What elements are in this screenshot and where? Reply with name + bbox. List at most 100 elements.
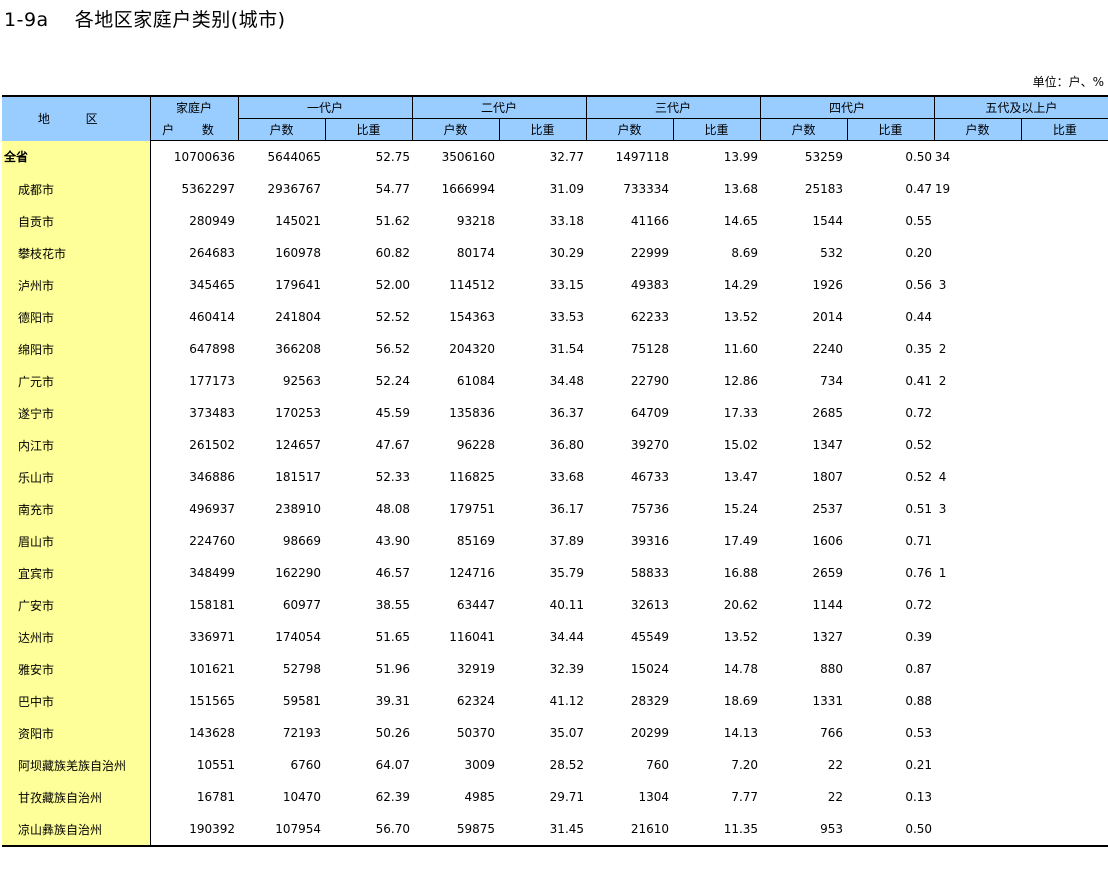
one-gen-share-cell: 52.33 xyxy=(375,470,411,484)
region-cell: 雅安市 xyxy=(2,653,151,685)
four-gen-share-cell: 0.71 xyxy=(905,534,933,548)
one-gen-count-cell: 52798 xyxy=(282,662,321,676)
group-header-5: 五代及以上户 xyxy=(933,95,1108,119)
region-cell: 资阳市 xyxy=(2,717,151,749)
region-cell: 泸州市 xyxy=(2,269,151,301)
five-plus-gen-count-cell xyxy=(934,813,1022,847)
two-gen-share-cell: 36.80 xyxy=(549,438,585,452)
three-gen-share-cell: 11.60 xyxy=(723,342,759,356)
four-gen-share-cell: 0.88 xyxy=(905,694,933,708)
five-plus-gen-count-cell: 4 xyxy=(938,470,947,484)
one-gen-share-cell: 52.00 xyxy=(375,278,411,292)
one-gen-count-cell: 5644065 xyxy=(267,150,321,164)
two-gen-count-cell: 63447 xyxy=(456,598,496,612)
one-gen-count-cell: 145021 xyxy=(275,214,321,228)
two-gen-count-cell: 124716 xyxy=(449,566,496,580)
one-gen-share-cell: 50.26 xyxy=(375,726,411,740)
one-gen-share-cell: 60.82 xyxy=(375,246,411,260)
four-gen-share-cell: 0.52 xyxy=(905,470,933,484)
total-households-cell: 336971 xyxy=(189,630,235,644)
one-gen-count-cell: 6760 xyxy=(290,758,321,772)
unit-label: 单位：户、% xyxy=(1032,75,1104,89)
two-gen-count-cell: 154363 xyxy=(449,310,496,324)
table-row: 全省 10700636 5644065 52.75 3506160 32.77 149711… xyxy=(2,140,1108,173)
one-gen-count-cell: 170253 xyxy=(275,406,321,420)
three-gen-count-cell: 20299 xyxy=(630,726,670,740)
five-plus-gen-share-cell xyxy=(1021,493,1108,525)
four-gen-count-cell: 1926 xyxy=(812,278,844,292)
page-title: 1-9a 各地区家庭户类别(城市) xyxy=(4,5,286,32)
one-gen-share-cell: 64.07 xyxy=(375,758,411,772)
region-header: 地 区 xyxy=(2,95,151,141)
five-plus-gen-count-cell xyxy=(934,237,1021,269)
sub-header-count: 户数 xyxy=(759,118,848,141)
total-households-cell: 496937 xyxy=(189,502,235,516)
two-gen-count-cell: 80174 xyxy=(456,246,496,260)
two-gen-share-cell: 33.53 xyxy=(549,310,585,324)
two-gen-count-cell: 179751 xyxy=(449,502,496,516)
table-row: 眉山市 224760 98669 43.90 85169 37.89 39316 17.49 1… xyxy=(2,525,1108,557)
five-plus-gen-share-cell xyxy=(1021,205,1108,237)
two-gen-share-cell: 34.48 xyxy=(549,374,585,388)
five-plus-gen-share-cell xyxy=(1021,237,1108,269)
two-gen-count-cell: 59875 xyxy=(412,813,500,847)
one-gen-share-cell: 39.31 xyxy=(375,694,411,708)
sub-header-count: 户数 xyxy=(411,118,500,141)
two-gen-share-cell: 35.07 xyxy=(549,726,585,740)
table-row: 绵阳市 647898 366208 56.52 204320 31.54 75128 11.6… xyxy=(2,333,1108,365)
five-plus-gen-share-cell xyxy=(1021,685,1108,717)
two-gen-count-cell: 116041 xyxy=(449,630,496,644)
sub-header-share: 比重 xyxy=(1020,118,1108,141)
region-cell: 自贡市 xyxy=(2,205,151,237)
four-gen-share-cell: 0.21 xyxy=(905,758,933,772)
one-gen-count-cell: 107954 xyxy=(238,813,325,847)
two-gen-count-cell: 135836 xyxy=(449,406,496,420)
sub-header-count: 户数 xyxy=(933,118,1022,141)
four-gen-share-cell: 0.20 xyxy=(905,246,933,260)
five-plus-gen-count-cell xyxy=(934,717,1021,749)
one-gen-count-cell: 124657 xyxy=(275,438,321,452)
three-gen-count-cell: 22790 xyxy=(630,374,670,388)
four-gen-count-cell: 2537 xyxy=(812,502,844,516)
five-plus-gen-share-cell xyxy=(1021,429,1108,461)
four-gen-count-cell: 22 xyxy=(827,790,844,804)
one-gen-count-cell: 241804 xyxy=(275,310,321,324)
table-body: 全省 10700636 5644065 52.75 3506160 32.77 149711… xyxy=(2,140,1108,847)
group-header-1: 一代户 xyxy=(237,95,413,119)
region-cell: 绵阳市 xyxy=(2,333,151,365)
two-gen-count-cell: 1666994 xyxy=(441,182,496,196)
three-gen-count-cell: 58833 xyxy=(630,566,670,580)
four-gen-count-cell: 1347 xyxy=(812,438,844,452)
table-row: 雅安市 101621 52798 51.96 32919 32.39 15024 14.78 8… xyxy=(2,653,1108,685)
sub-header-share: 比重 xyxy=(324,118,413,141)
table-row: 凉山彝族自治州 190392 107954 56.70 59875 31.45 21610 1… xyxy=(2,813,1108,847)
total-households-cell: 10551 xyxy=(196,758,235,772)
one-gen-count-cell: 174054 xyxy=(275,630,321,644)
table-row: 巴中市 151565 59581 39.31 62324 41.12 28329 18.69 1… xyxy=(2,685,1108,717)
group-header-3: 三代户 xyxy=(585,95,761,119)
total-households-cell: 346886 xyxy=(189,470,235,484)
five-plus-gen-share-cell xyxy=(1021,301,1108,333)
total-households-cell: 460414 xyxy=(189,310,235,324)
five-plus-gen-share-cell xyxy=(1021,461,1108,493)
region-cell: 眉山市 xyxy=(2,525,151,557)
one-gen-count-cell: 238910 xyxy=(275,502,321,516)
five-plus-gen-count-cell xyxy=(934,397,1021,429)
sub-header-count: 户数 xyxy=(585,118,674,141)
region-cell: 宜宾市 xyxy=(2,557,151,589)
total-households-cell: 158181 xyxy=(189,598,235,612)
table-row: 广安市 158181 60977 38.55 63447 40.11 32613 20.62 1… xyxy=(2,589,1108,621)
three-gen-share-cell: 8.69 xyxy=(731,246,759,260)
region-cell: 巴中市 xyxy=(2,685,151,717)
one-gen-count-cell: 181517 xyxy=(275,470,321,484)
region-cell: 南充市 xyxy=(2,493,151,525)
one-gen-share-cell: 47.67 xyxy=(375,438,411,452)
two-gen-count-cell: 114512 xyxy=(449,278,496,292)
table-row: 成都市 5362297 2936767 54.77 1666994 31.09 733334… xyxy=(2,173,1108,205)
one-gen-count-cell: 366208 xyxy=(275,342,321,356)
four-gen-count-cell: 2240 xyxy=(812,342,844,356)
table-row: 宜宾市 348499 162290 46.57 124716 35.79 58833 16.8… xyxy=(2,557,1108,589)
three-gen-count-cell: 32613 xyxy=(630,598,670,612)
table-row: 攀枝花市 264683 160978 60.82 80174 30.29 22999 8.69… xyxy=(2,237,1108,269)
four-gen-count-cell: 953 xyxy=(760,813,848,847)
